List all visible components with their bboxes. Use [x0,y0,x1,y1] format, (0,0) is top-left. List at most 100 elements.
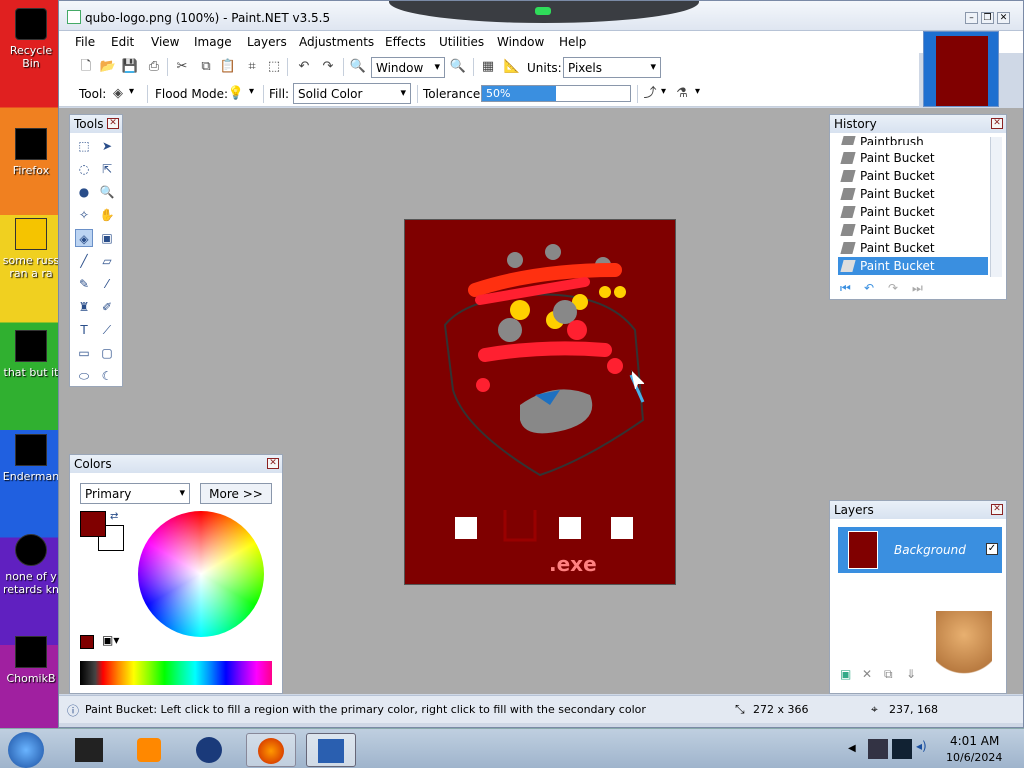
taskbar-media-player[interactable] [124,733,174,767]
grid-icon[interactable]: ▦ [479,58,497,76]
open-icon[interactable]: 📂 [99,58,117,76]
lasso-icon[interactable]: ◌ [75,160,93,178]
print-icon[interactable]: ⎙ [145,58,163,76]
gradient-icon[interactable]: ▣ [98,229,116,247]
tray-volume-icon[interactable]: ◂) [916,739,932,759]
close-icon[interactable]: ✕ [267,458,279,469]
zoom-out-icon[interactable]: 🔍 [349,58,367,76]
desktop-icon-enderman[interactable]: Enderman [0,434,62,483]
add-color-icon[interactable] [80,635,94,649]
pencil-icon[interactable]: ✎ [75,275,93,293]
chevron-down-icon[interactable]: ▾ [695,86,700,97]
desktop-icon-recycle-bin[interactable]: Recycle Bin [0,8,62,70]
tray-network-icon[interactable] [868,739,888,759]
history-item[interactable]: Paint Bucket [838,149,988,167]
rectangle-icon[interactable]: ▭ [75,344,93,362]
tolerance-slider[interactable]: 50% [481,85,631,102]
line-curve-icon[interactable]: ⟋ [98,321,116,339]
history-item[interactable]: Paint Bucket [838,185,988,203]
desktop-icon-russ[interactable]: some russ ran a ra [0,218,62,280]
taskbar-app-3[interactable] [184,733,234,767]
rulers-icon[interactable]: 📐 [503,58,521,76]
swap-colors-icon[interactable]: ⇄ [110,511,118,522]
canvas-workspace[interactable]: .exe Tools ✕ ⬚ ➤ ◌ ⇱ ● 🔍 ✧ ✋ ◈ ▣ ╱ ▱ ✎ ⁄… [59,108,1023,694]
text-icon[interactable]: T [75,321,93,339]
history-rewind-icon[interactable]: ⏮ [840,281,851,296]
primary-color-swatch[interactable] [80,511,106,537]
paintbrush-icon[interactable]: ╱ [75,252,93,270]
chevron-down-icon[interactable]: ▾ [129,86,134,97]
history-item[interactable]: Paint Bucket [838,221,988,239]
units-select[interactable]: Pixels [563,57,661,78]
eraser-icon[interactable]: ▱ [98,252,116,270]
menu-adjustments[interactable]: Adjustments [299,35,374,49]
add-layer-icon[interactable]: ▣ [840,667,851,681]
color-picker-icon[interactable]: ⁄ [98,275,116,293]
restore-button[interactable]: ❐ [981,12,994,24]
chevron-down-icon[interactable]: ▾ [249,86,254,97]
history-fast-forward-icon[interactable]: ⏭ [912,281,923,296]
image-thumbnail[interactable] [923,31,999,107]
chevron-down-icon[interactable]: ▾ [661,86,666,97]
rounded-rect-icon[interactable]: ▢ [98,344,116,362]
history-item[interactable]: Paintbrush [838,133,988,145]
rect-select-icon[interactable]: ⬚ [75,137,93,155]
history-item[interactable]: Paint Bucket [838,203,988,221]
flood-mode-icon[interactable]: 💡 [227,85,245,103]
move-selected-icon[interactable]: ⇱ [98,160,116,178]
clock-time[interactable]: 4:01 AM [950,734,999,748]
paint-bucket-icon[interactable]: ◈ [109,85,127,103]
crop-icon[interactable]: ⌗ [243,58,261,76]
paint-bucket-tool-icon[interactable]: ◈ [75,229,93,247]
blend-mode-icon[interactable]: ⚗ [673,85,691,103]
zoom-in-icon[interactable]: 🔍 [449,58,467,76]
close-icon[interactable]: ✕ [991,118,1003,129]
tray-expand-icon[interactable]: ◀ [848,743,856,754]
magic-wand-icon[interactable]: ✧ [75,206,93,224]
zoom-select[interactable]: Window [371,57,445,78]
clock-date[interactable]: 10/6/2024 [946,751,1002,764]
menu-file[interactable]: File [75,35,95,49]
recolor-icon[interactable]: ✐ [98,298,116,316]
redo-icon[interactable]: ↷ [319,58,337,76]
color-wheel[interactable] [138,511,264,637]
deselect-icon[interactable]: ⬚ [265,58,283,76]
primary-secondary-select[interactable]: Primary [80,483,190,504]
menu-effects[interactable]: Effects [385,35,426,49]
paste-icon[interactable]: 📋 [219,58,237,76]
new-icon[interactable]: 🗋 [77,58,95,76]
tray-app-icon[interactable] [892,739,912,759]
more-button[interactable]: More >> [200,483,272,504]
history-item-selected[interactable]: Paint Bucket [838,257,988,275]
taskbar-app-1[interactable] [64,733,114,767]
image-canvas[interactable]: .exe [404,219,676,585]
zoom-icon[interactable]: 🔍 [98,183,116,201]
pan-icon[interactable]: ✋ [98,206,116,224]
ellipse-select-icon[interactable]: ● [75,183,93,201]
fill-select[interactable]: Solid Color [293,83,411,104]
menu-window[interactable]: Window [497,35,544,49]
color-palette[interactable] [80,661,272,685]
close-icon[interactable]: ✕ [107,118,119,129]
copy-icon[interactable]: ⧉ [197,58,215,76]
layer-visibility-checkbox[interactable]: ✓ [986,543,998,555]
menu-image[interactable]: Image [194,35,232,49]
history-item[interactable]: Paint Bucket [838,167,988,185]
taskbar-paintnet[interactable] [306,733,356,767]
undo-icon[interactable]: ↶ [295,58,313,76]
menu-help[interactable]: Help [559,35,586,49]
desktop-icon-firefox[interactable]: Firefox [0,128,62,177]
merge-layer-icon[interactable]: ⇓ [906,667,916,681]
menu-layers[interactable]: Layers [247,35,287,49]
desktop-icon-chomik[interactable]: ChomikB [0,636,62,685]
palette-menu-icon[interactable]: ▣▾ [102,633,119,647]
title-bar[interactable]: qubo-logo.png (100%) - Paint.NET v3.5.5 … [59,1,1023,31]
desktop-icon-retards[interactable]: none of y retards kn [0,534,62,596]
layer-row-background[interactable]: Background ✓ [838,527,1002,573]
minimize-button[interactable]: – [965,12,978,24]
close-button[interactable]: ✕ [997,12,1010,24]
history-scrollbar[interactable] [990,137,1002,277]
desktop-icon-that[interactable]: that but it [0,330,62,379]
antialias-icon[interactable]: ⤴ [641,85,659,103]
history-undo-icon[interactable]: ↶ [864,281,874,295]
